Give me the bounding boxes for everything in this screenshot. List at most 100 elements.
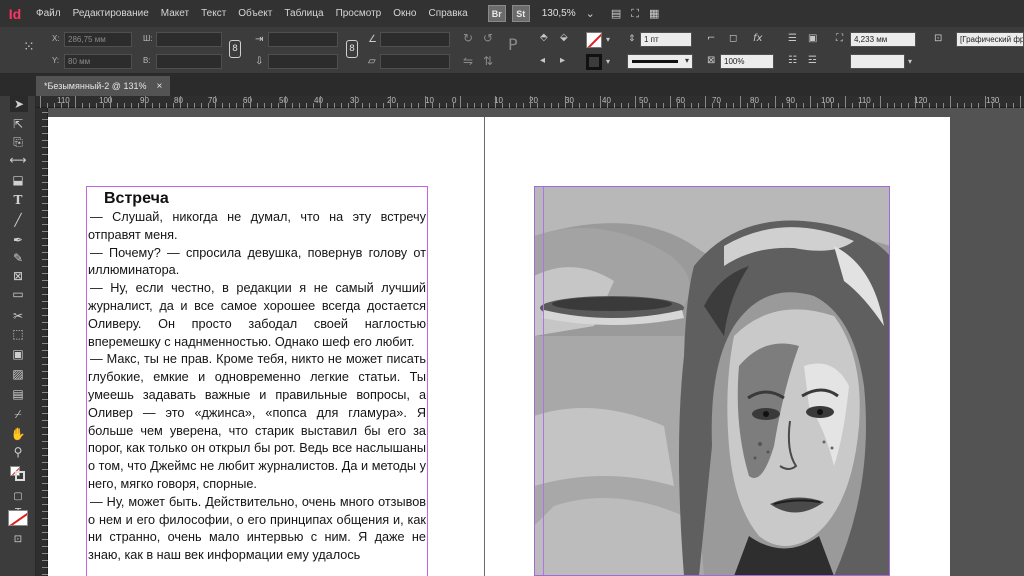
hand-tool-icon[interactable]: ✋: [9, 426, 27, 442]
type-tool-icon[interactable]: T: [9, 192, 27, 208]
ruler-tick: [40, 96, 41, 108]
close-tab-icon[interactable]: ×: [156, 81, 162, 92]
scissors-tool-icon[interactable]: ✂: [9, 308, 27, 324]
default-stroke-icon[interactable]: [15, 471, 25, 481]
menu-table[interactable]: Таблица: [278, 8, 329, 19]
y-position-field[interactable]: 80 мм: [64, 54, 132, 69]
width-label: Ш:: [143, 34, 153, 43]
bridge-button[interactable]: Br: [487, 5, 506, 22]
ruler-tick: [565, 96, 566, 108]
ruler-tick: [705, 96, 706, 108]
opacity-field[interactable]: 100%: [720, 54, 774, 69]
rotate-ccw-icon[interactable]: ↺: [483, 32, 493, 44]
menu-layout[interactable]: Макет: [155, 8, 195, 19]
menu-object[interactable]: Объект: [232, 8, 278, 19]
text-wrap-jump-icon[interactable]: ☲: [808, 55, 817, 67]
stroke-type-select[interactable]: ▾: [627, 54, 693, 69]
free-transform-tool-icon[interactable]: ⬚: [9, 326, 27, 342]
ruler-tick: [110, 96, 111, 108]
stock-button[interactable]: St: [511, 5, 530, 22]
menu-view[interactable]: Просмотр: [330, 8, 388, 19]
eyedropper-tool-icon[interactable]: ⌿: [9, 406, 27, 422]
menu-type[interactable]: Текст: [195, 8, 232, 19]
menu-file[interactable]: Файл: [30, 8, 67, 19]
screen-mode-icon[interactable]: ⛶: [631, 7, 639, 21]
stroke-swatch-icon[interactable]: [586, 54, 602, 70]
apply-none-icon[interactable]: [8, 510, 28, 526]
zoom-level[interactable]: 130,5%: [542, 8, 576, 19]
ruler-tick: [355, 96, 356, 108]
rotation-field[interactable]: [380, 32, 450, 47]
flip-vertical-icon[interactable]: ⇅: [483, 55, 493, 67]
stroke-weight-stepper-icon[interactable]: ⇕: [628, 33, 636, 45]
document-tab[interactable]: *Безымянный-2 @ 131% ×: [36, 76, 170, 96]
shadow-icon[interactable]: ◻: [729, 33, 737, 45]
ruler-tick: [460, 96, 461, 108]
horizontal-ruler[interactable]: 110 100 90 80 70 60 50 40 30 20 10 0 10 …: [36, 96, 1024, 108]
text-wrap-none-icon[interactable]: ☰: [788, 33, 797, 45]
ruler-tick: [285, 96, 286, 108]
direct-selection-tool-icon[interactable]: ⇱: [9, 116, 27, 132]
swatch-dropdown-icon[interactable]: ▾: [908, 56, 912, 68]
swatch-select[interactable]: [850, 54, 905, 69]
dimension-field[interactable]: 4,233 мм: [850, 32, 916, 47]
menu-window[interactable]: Окно: [387, 8, 422, 19]
rotate-cw-icon[interactable]: ↻: [463, 32, 473, 44]
fill-swatch-icon[interactable]: [586, 32, 602, 48]
zoom-tool-icon[interactable]: ⚲: [9, 444, 27, 460]
select-container-icon[interactable]: ⬘: [540, 32, 548, 44]
select-next-icon[interactable]: ▸: [560, 55, 565, 67]
screen-mode-tool-icon[interactable]: ⊡: [9, 532, 27, 548]
constrain-scale-icon[interactable]: 8: [346, 40, 358, 58]
rectangle-tool-icon[interactable]: ▭: [9, 286, 27, 302]
menu-edit[interactable]: Редактирование: [67, 8, 155, 19]
note-tool-icon[interactable]: ▤: [9, 386, 27, 402]
selection-container-icon[interactable]: P: [508, 37, 518, 53]
text-frame[interactable]: Встреча — Слушай, никогда не думал, что …: [86, 186, 428, 576]
ruler-tick: [950, 96, 951, 108]
content-collector-icon[interactable]: ⬓: [9, 172, 27, 188]
width-field[interactable]: [156, 32, 222, 47]
reference-point-icon[interactable]: ⁙: [23, 40, 35, 54]
text-wrap-box-icon[interactable]: ▣: [808, 33, 817, 45]
constrain-proportions-icon[interactable]: 8: [229, 40, 241, 58]
stroke-weight-field[interactable]: 1 пт: [640, 32, 692, 47]
gap-tool-icon[interactable]: ⟷: [9, 152, 27, 168]
scale-y-field[interactable]: [268, 54, 338, 69]
page-tool-icon[interactable]: ⎘: [9, 134, 27, 150]
height-field[interactable]: [156, 54, 222, 69]
scale-x-field[interactable]: [268, 32, 338, 47]
formatting-container-icon[interactable]: ▢ T: [9, 489, 27, 518]
menu-help[interactable]: Справка: [422, 8, 473, 19]
image-frame[interactable]: [534, 186, 890, 576]
page-left[interactable]: Встреча — Слушай, никогда не думал, что …: [48, 117, 484, 576]
gradient-swatch-tool-icon[interactable]: ▣: [9, 346, 27, 362]
effects-icon[interactable]: fx: [753, 33, 762, 45]
object-style-field[interactable]: [Графический фр: [956, 32, 1024, 47]
flip-horizontal-icon[interactable]: ⇋: [463, 55, 473, 67]
shear-icon: ▱: [368, 56, 376, 67]
arrange-docs-icon[interactable]: ▦: [649, 7, 659, 20]
rectangle-frame-tool-icon[interactable]: ⊠: [9, 268, 27, 284]
gradient-feather-tool-icon[interactable]: ▨: [9, 366, 27, 382]
stroke-dropdown-icon[interactable]: ▾: [606, 56, 610, 68]
pen-tool-icon[interactable]: ✒: [9, 232, 27, 248]
zoom-dropdown-icon[interactable]: ⌄: [586, 7, 595, 20]
text-wrap-shape-icon[interactable]: ☷: [788, 55, 797, 67]
frame-fitting-icon[interactable]: ⊡: [934, 33, 942, 45]
ruler-tick: [635, 96, 636, 108]
select-content-icon[interactable]: ⬙: [560, 32, 568, 44]
vertical-ruler[interactable]: [36, 108, 48, 576]
select-previous-icon[interactable]: ◂: [540, 55, 545, 67]
pasteboard[interactable]: Встреча — Слушай, никогда не думал, что …: [48, 108, 1024, 576]
gap-icon: ⛶: [836, 33, 843, 44]
x-position-field[interactable]: 286,75 мм: [64, 32, 132, 47]
view-options-icon[interactable]: ▤: [611, 7, 621, 20]
pencil-tool-icon[interactable]: ✎: [9, 250, 27, 266]
line-tool-icon[interactable]: ╱: [9, 212, 27, 228]
selection-tool-icon[interactable]: ➤: [10, 96, 28, 112]
shear-field[interactable]: [380, 54, 450, 69]
fill-dropdown-icon[interactable]: ▾: [606, 34, 610, 46]
story-title: Встреча: [104, 190, 169, 207]
corner-options-icon[interactable]: ⌐: [707, 33, 715, 45]
